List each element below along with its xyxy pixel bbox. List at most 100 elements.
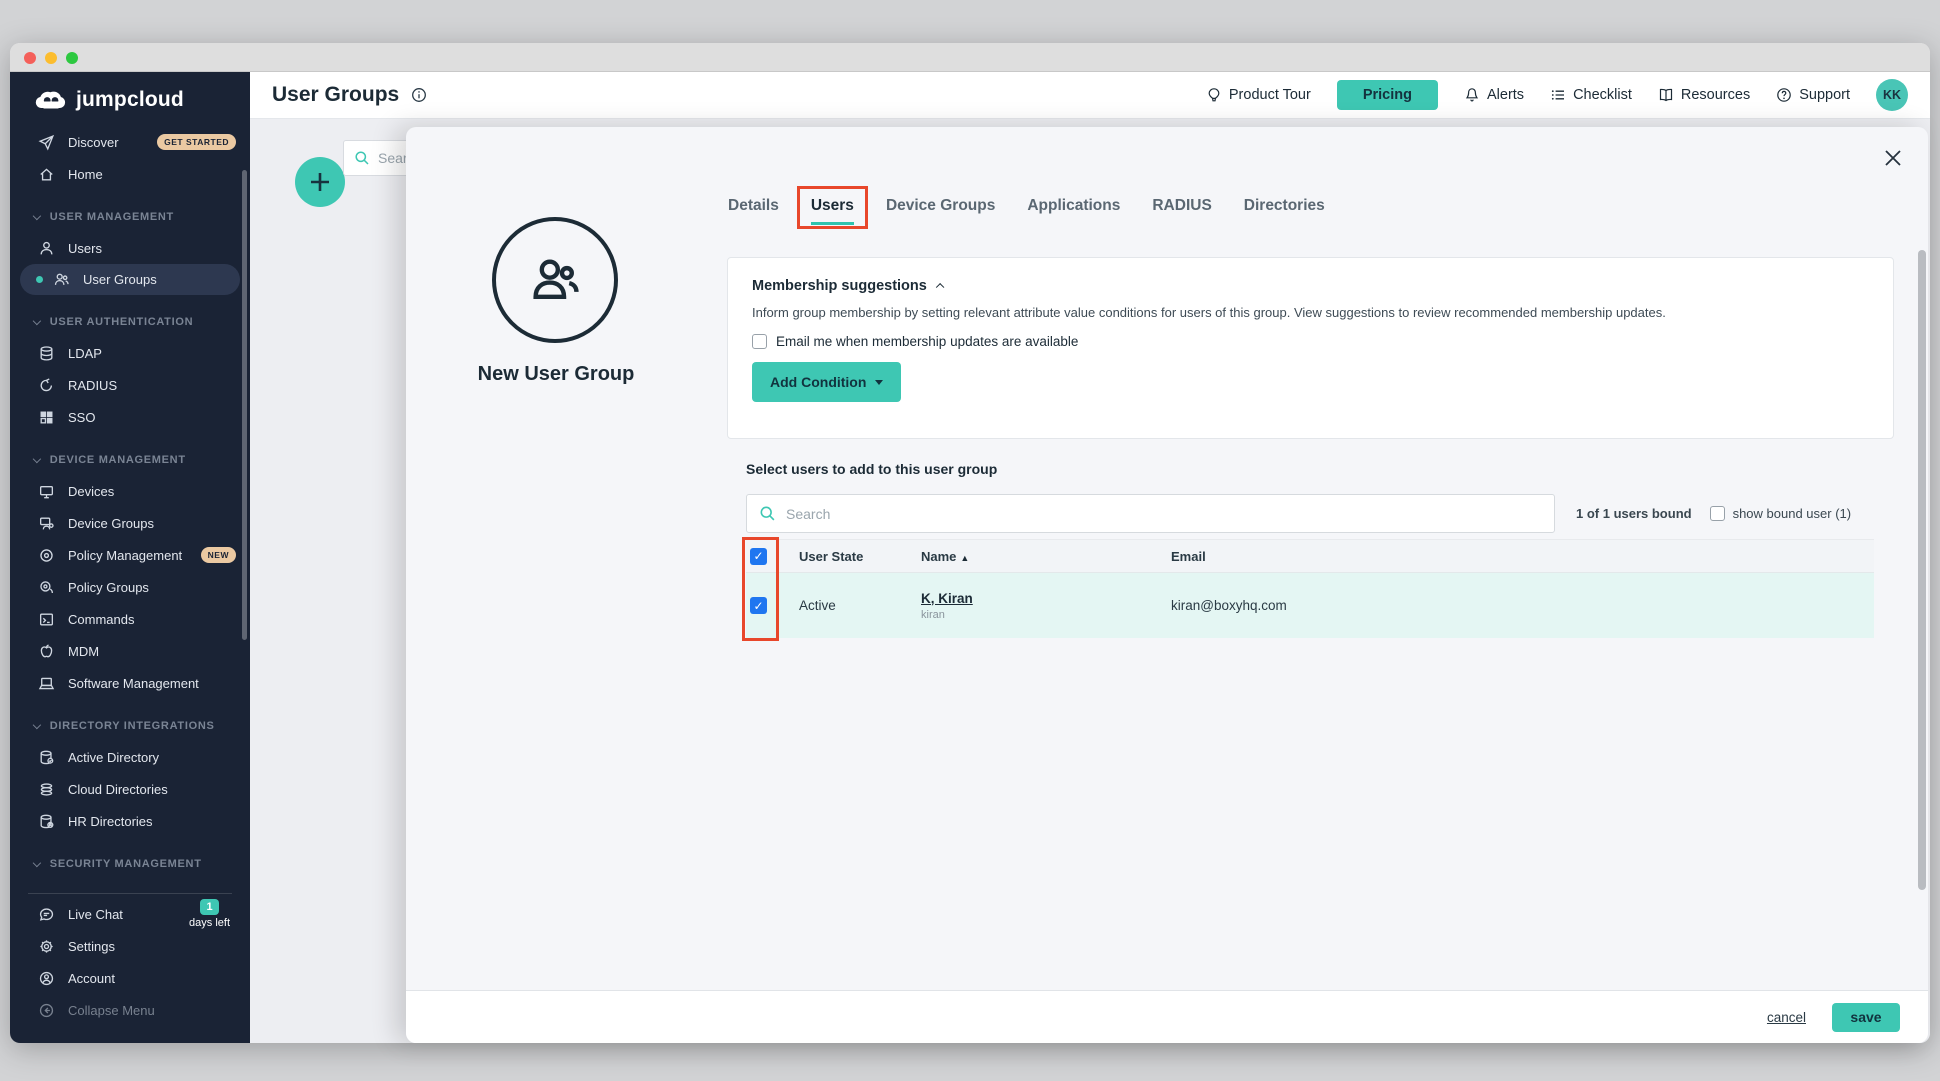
sidebar-item-label: Policy Management bbox=[68, 548, 182, 563]
ldap-icon bbox=[38, 345, 55, 362]
sidebar-section-security-management[interactable]: SECURITY MANAGEMENT bbox=[10, 849, 250, 879]
add-condition-button[interactable]: Add Condition bbox=[752, 362, 901, 402]
tab-details[interactable]: Details bbox=[728, 197, 779, 225]
minimize-window-button[interactable] bbox=[45, 52, 57, 64]
users-search-input[interactable] bbox=[786, 506, 1554, 522]
sidebar-scrollbar[interactable] bbox=[242, 170, 247, 640]
sidebar-item-commands[interactable]: Commands bbox=[10, 603, 250, 635]
sidebar-item-account[interactable]: Account bbox=[10, 962, 250, 994]
users-table-header: ✓ User State Name▲ Email bbox=[746, 539, 1874, 573]
column-user-state[interactable]: User State bbox=[799, 549, 921, 564]
row-user-name-link[interactable]: K, Kiran bbox=[921, 591, 973, 606]
new-user-group-drawer: New User Group DetailsUsersDevice Groups… bbox=[406, 127, 1928, 1043]
account-icon bbox=[38, 970, 55, 987]
zoom-window-button[interactable] bbox=[66, 52, 78, 64]
sidebar-section-directory-integrations[interactable]: DIRECTORY INTEGRATIONS bbox=[10, 711, 250, 741]
column-email[interactable]: Email bbox=[1171, 549, 1874, 564]
question-circle-icon bbox=[1776, 87, 1792, 103]
tab-radius[interactable]: RADIUS bbox=[1152, 197, 1211, 225]
tab-label: Device Groups bbox=[886, 197, 995, 214]
sidebar-item-policy-groups[interactable]: Policy Groups bbox=[10, 571, 250, 603]
jumpcloud-logo[interactable]: jumpcloud bbox=[34, 88, 184, 112]
table-row[interactable]: ✓ Active K, Kiran kiran kiran@boxyhq.com bbox=[746, 573, 1874, 638]
sidebar-item-label: MDM bbox=[68, 644, 99, 659]
users-table: ✓ User State Name▲ Email ✓ Active K, Kir… bbox=[746, 539, 1874, 638]
tab-device-groups[interactable]: Device Groups bbox=[886, 197, 995, 225]
sidebar-section-device-management[interactable]: DEVICE MANAGEMENT bbox=[10, 445, 250, 475]
add-user-group-button[interactable] bbox=[295, 157, 345, 207]
info-icon[interactable] bbox=[411, 87, 427, 103]
cloud-directories-icon bbox=[38, 781, 55, 798]
sidebar-item-devices[interactable]: Devices bbox=[10, 475, 250, 507]
sidebar-item-collapse-menu[interactable]: Collapse Menu bbox=[10, 994, 250, 1026]
show-bound-user-checkbox[interactable] bbox=[1710, 506, 1725, 521]
alerts-button[interactable]: Alerts bbox=[1464, 87, 1524, 103]
tab-label: Directories bbox=[1244, 197, 1325, 214]
sidebar-item-software-management[interactable]: Software Management bbox=[10, 667, 250, 699]
logo-text: jumpcloud bbox=[76, 88, 184, 112]
users-icon bbox=[38, 240, 55, 257]
days-left-badge: 1 bbox=[200, 899, 218, 915]
close-icon[interactable] bbox=[1884, 149, 1902, 167]
sidebar-item-sso[interactable]: SSO bbox=[10, 401, 250, 433]
sidebar-item-home[interactable]: Home bbox=[10, 158, 250, 190]
membership-suggestions-toggle[interactable]: Membership suggestions bbox=[752, 278, 1869, 294]
commands-icon bbox=[38, 611, 55, 628]
sidebar-divider bbox=[28, 893, 232, 894]
sidebar-item-label: Discover bbox=[68, 135, 119, 150]
tab-label: Details bbox=[728, 197, 779, 214]
badge-get-started: GET STARTED bbox=[157, 134, 236, 150]
home-icon bbox=[38, 166, 55, 183]
days-left-label: days left bbox=[189, 917, 230, 929]
sidebar-item-ldap[interactable]: LDAP bbox=[10, 337, 250, 369]
sidebar-item-discover[interactable]: Discover GET STARTED bbox=[10, 126, 250, 158]
discover-icon bbox=[38, 134, 55, 151]
sidebar-item-user-groups[interactable]: User Groups bbox=[20, 264, 240, 295]
row-user-email: kiran@boxyhq.com bbox=[1171, 598, 1874, 613]
product-tour-button[interactable]: Product Tour bbox=[1206, 87, 1311, 103]
pricing-button[interactable]: Pricing bbox=[1337, 80, 1438, 110]
sidebar-item-users[interactable]: Users bbox=[10, 232, 250, 264]
tab-applications[interactable]: Applications bbox=[1027, 197, 1120, 225]
sidebar-item-policy-management[interactable]: Policy ManagementNEW bbox=[10, 539, 250, 571]
trial-days-left: 1 days left bbox=[189, 899, 230, 929]
users-search[interactable] bbox=[746, 494, 1555, 533]
column-name[interactable]: Name▲ bbox=[921, 549, 1171, 564]
save-button[interactable]: save bbox=[1832, 1003, 1900, 1032]
sidebar-item-label: LDAP bbox=[68, 346, 102, 361]
row-checkbox[interactable]: ✓ bbox=[750, 597, 767, 614]
checklist-button[interactable]: Checklist bbox=[1550, 87, 1632, 103]
software-management-icon bbox=[38, 675, 55, 692]
sidebar-section-user-authentication[interactable]: USER AUTHENTICATION bbox=[10, 307, 250, 337]
sidebar-item-label: Devices bbox=[68, 484, 114, 499]
resources-button[interactable]: Resources bbox=[1658, 87, 1750, 103]
tab-label: Users bbox=[811, 197, 854, 214]
drawer-scrollbar[interactable] bbox=[1918, 250, 1926, 890]
active-indicator-dot bbox=[36, 276, 43, 283]
tab-users[interactable]: Users bbox=[811, 197, 854, 225]
sidebar-item-active-directory[interactable]: Active Directory bbox=[10, 741, 250, 773]
app-window: jumpcloud Discover GET STARTED Home USER MA… bbox=[10, 43, 1930, 1043]
user-avatar[interactable]: KK bbox=[1876, 79, 1908, 111]
sidebar-item-live-chat[interactable]: Live Chat1days left bbox=[10, 898, 250, 930]
caret-down-icon bbox=[875, 380, 883, 385]
sidebar-item-mdm[interactable]: MDM bbox=[10, 635, 250, 667]
row-username: kiran bbox=[921, 609, 1171, 621]
cancel-button[interactable]: cancel bbox=[1767, 1010, 1806, 1025]
sidebar-item-radius[interactable]: RADIUS bbox=[10, 369, 250, 401]
close-window-button[interactable] bbox=[24, 52, 36, 64]
row-user-state: Active bbox=[799, 598, 921, 613]
sidebar-section-user-management[interactable]: USER MANAGEMENT bbox=[10, 202, 250, 232]
email-updates-checkbox[interactable] bbox=[752, 334, 767, 349]
policy-groups-icon bbox=[38, 579, 55, 596]
radius-icon bbox=[38, 377, 55, 394]
select-all-checkbox[interactable]: ✓ bbox=[750, 548, 767, 565]
sidebar-item-cloud-directories[interactable]: Cloud Directories bbox=[10, 773, 250, 805]
sidebar-item-hr-directories[interactable]: HR Directories bbox=[10, 805, 250, 837]
sidebar-item-settings[interactable]: Settings bbox=[10, 930, 250, 962]
sidebar-item-label: Home bbox=[68, 167, 103, 182]
support-button[interactable]: Support bbox=[1776, 87, 1850, 103]
sidebar-item-label: Active Directory bbox=[68, 750, 159, 765]
tab-directories[interactable]: Directories bbox=[1244, 197, 1325, 225]
sidebar-item-device-groups[interactable]: Device Groups bbox=[10, 507, 250, 539]
